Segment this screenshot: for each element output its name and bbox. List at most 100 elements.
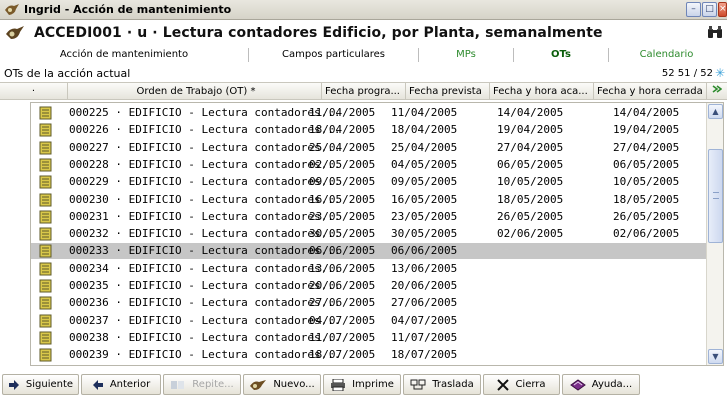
- cell-fecha-prevista: 18/07/2005: [391, 348, 458, 362]
- siguiente-button[interactable]: Siguiente: [2, 374, 79, 395]
- list-caption: OTs de la acción actual: [4, 66, 131, 80]
- cell-fecha-acabada: 26/05/2005: [497, 209, 564, 223]
- table-row[interactable]: 000229 · EDIFICIO - Lectura contadores..…: [31, 174, 707, 190]
- cell-fecha-programada: 02/05/2005: [309, 157, 376, 171]
- traslada-button[interactable]: Traslada: [403, 374, 481, 395]
- cell-ot: 000230 · EDIFICIO - Lectura contadores..…: [69, 192, 341, 206]
- cell-fecha-programada: 18/04/2005: [309, 123, 376, 137]
- anterior-button[interactable]: Anterior: [81, 374, 161, 395]
- table-row[interactable]: 000228 · EDIFICIO - Lectura contadores..…: [31, 157, 707, 173]
- work-order-icon: [39, 158, 52, 172]
- title-bar: Ingrid - Acción de mantenimiento – □ ×: [0, 0, 727, 20]
- column-header-fecha-programada[interactable]: Fecha progra...: [322, 83, 406, 99]
- maintenance-action-icon: [6, 26, 24, 39]
- work-order-icon: [39, 296, 52, 310]
- cell-ot: 000233 · EDIFICIO - Lectura contadores..…: [69, 244, 341, 258]
- cell-fecha-programada: 27/06/2005: [309, 296, 376, 310]
- cell-fecha-prevista: 16/05/2005: [391, 192, 458, 206]
- cell-ot: 000235 · EDIFICIO - Lectura contadores..…: [69, 279, 341, 292]
- toolbar-button-label: Anterior: [109, 379, 151, 390]
- cell-fecha-programada: 11/04/2005: [309, 106, 376, 119]
- cell-fecha-programada: 16/05/2005: [309, 192, 376, 206]
- table-row[interactable]: 000225 · EDIFICIO - Lectura contadores..…: [31, 105, 707, 121]
- cell-fecha-cerrada: 19/04/2005: [613, 123, 680, 137]
- toolbar-button-label: Repite...: [192, 379, 234, 390]
- imprime-button[interactable]: Imprime: [323, 374, 401, 395]
- scroll-up-button[interactable]: ▲: [708, 104, 723, 119]
- table-row[interactable]: 000239 · EDIFICIO - Lectura contadores..…: [31, 347, 707, 363]
- tab-campos-particulares[interactable]: Campos particulares: [249, 48, 419, 62]
- repeat-icon: [170, 379, 186, 391]
- cell-ot: 000226 · EDIFICIO - Lectura contadores..…: [69, 123, 341, 137]
- cell-fecha-cerrada: 06/05/2005: [613, 157, 680, 171]
- work-order-icon: [39, 331, 52, 345]
- scroll-down-button[interactable]: ▼: [708, 349, 723, 364]
- column-chooser-icon[interactable]: [707, 83, 727, 99]
- column-header-icon[interactable]: ·: [0, 83, 68, 99]
- cell-fecha-acabada: 02/06/2005: [497, 227, 564, 241]
- vertical-scrollbar[interactable]: ▲ ▼: [706, 103, 723, 365]
- cell-fecha-acabada: 06/05/2005: [497, 157, 564, 171]
- column-header-fecha-cerrada[interactable]: Fecha y hora cerrada: [594, 83, 707, 99]
- cell-fecha-prevista: 23/05/2005: [391, 209, 458, 223]
- cell-fecha-prevista: 27/06/2005: [391, 296, 458, 310]
- toolbar-button-label: Ayuda...: [591, 379, 633, 390]
- toolbar-button-label: Siguiente: [25, 379, 74, 390]
- work-order-icon: [39, 348, 52, 362]
- work-order-icon: [39, 244, 52, 258]
- tab-accion-mantenimiento[interactable]: Acción de mantenimiento: [0, 48, 249, 62]
- table-row[interactable]: 000237 · EDIFICIO - Lectura contadores..…: [31, 313, 707, 329]
- tab-strip: Acción de mantenimiento Campos particula…: [0, 46, 727, 64]
- arrow-right-icon: [8, 379, 20, 390]
- repite-button[interactable]: Repite...: [163, 374, 241, 395]
- new-icon: [249, 379, 267, 391]
- cell-ot: 000229 · EDIFICIO - Lectura contadores..…: [69, 175, 341, 189]
- work-order-icon: [39, 227, 52, 241]
- binoculars-icon[interactable]: [707, 25, 723, 39]
- cell-fecha-programada: 09/05/2005: [309, 175, 376, 189]
- scroll-thumb[interactable]: [708, 149, 723, 243]
- table-row[interactable]: 000236 · EDIFICIO - Lectura contadores..…: [31, 295, 707, 311]
- cell-fecha-cerrada: 26/05/2005: [613, 209, 680, 223]
- table-row[interactable]: 000233 · EDIFICIO - Lectura contadores..…: [31, 243, 707, 260]
- cell-fecha-prevista: 04/05/2005: [391, 157, 458, 171]
- table-row[interactable]: 000231 · EDIFICIO - Lectura contadores..…: [31, 209, 707, 225]
- cell-fecha-prevista: 04/07/2005: [391, 313, 458, 327]
- work-order-icon: [39, 106, 52, 120]
- table-row[interactable]: 000238 · EDIFICIO - Lectura contadores..…: [31, 330, 707, 346]
- table-row[interactable]: 000227 · EDIFICIO - Lectura contadores..…: [31, 140, 707, 156]
- tab-calendario[interactable]: Calendario: [609, 48, 724, 62]
- cell-fecha-programada: 11/07/2005: [309, 330, 376, 344]
- column-header-ot[interactable]: Orden de Trabajo (OT) *: [68, 83, 322, 99]
- close-window-button[interactable]: ×: [718, 2, 727, 17]
- cell-ot: 000238 · EDIFICIO - Lectura contadores..…: [69, 330, 341, 344]
- work-order-icon: [39, 193, 52, 206]
- table-row[interactable]: 000226 · EDIFICIO - Lectura contadores..…: [31, 122, 707, 138]
- tab-mps[interactable]: MPs: [419, 48, 514, 62]
- table-row[interactable]: 000230 · EDIFICIO - Lectura contadores..…: [31, 192, 707, 208]
- ot-table: 000225 · EDIFICIO - Lectura contadores..…: [30, 102, 724, 366]
- nuevo-button[interactable]: Nuevo...: [243, 374, 321, 395]
- cell-fecha-programada: 06/06/2005: [309, 244, 376, 258]
- maximize-button[interactable]: □: [702, 2, 717, 17]
- cell-fecha-cerrada: 02/06/2005: [613, 227, 680, 241]
- table-row[interactable]: 000235 · EDIFICIO - Lectura contadores..…: [31, 278, 707, 294]
- work-order-icon: [39, 175, 52, 189]
- table-row[interactable]: 000234 · EDIFICIO - Lectura contadores..…: [31, 261, 707, 277]
- cell-fecha-prevista: 11/07/2005: [391, 330, 458, 344]
- cell-fecha-programada: 25/04/2005: [309, 140, 376, 154]
- transfer-icon: [410, 379, 426, 391]
- cell-fecha-acabada: 18/05/2005: [497, 192, 564, 206]
- app-logo-icon: [5, 3, 19, 15]
- refresh-star-icon[interactable]: ✳: [715, 66, 725, 80]
- ayuda-button[interactable]: Ayuda...: [562, 374, 640, 395]
- cell-fecha-prevista: 09/05/2005: [391, 175, 458, 189]
- minimize-button[interactable]: –: [686, 2, 701, 17]
- cierra-button[interactable]: Cierra: [483, 374, 560, 395]
- column-header-fecha-acabada[interactable]: Fecha y hora aca...: [490, 83, 594, 99]
- column-header-fecha-prevista[interactable]: Fecha prevista: [406, 83, 490, 99]
- help-book-icon: [569, 378, 586, 391]
- tab-ots[interactable]: OTs: [514, 48, 609, 62]
- table-row[interactable]: 000232 · EDIFICIO - Lectura contadores..…: [31, 226, 707, 242]
- cell-ot: 000225 · EDIFICIO - Lectura contadores..…: [69, 106, 341, 119]
